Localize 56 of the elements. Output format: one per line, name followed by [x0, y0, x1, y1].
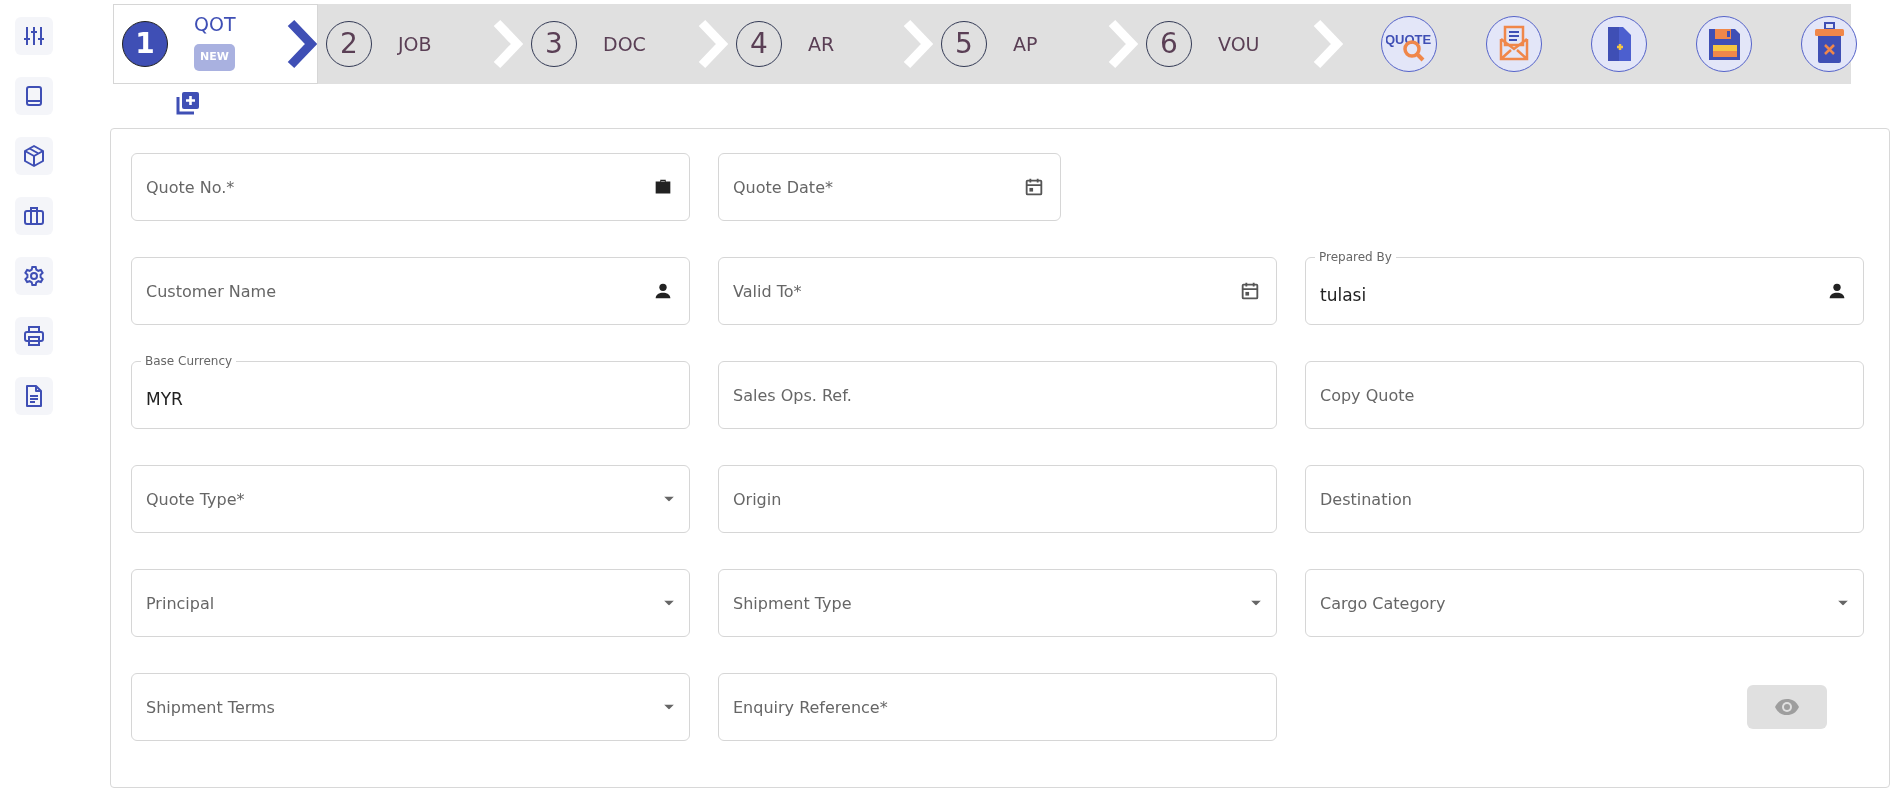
chevron-icon: [1313, 19, 1343, 69]
step-tab[interactable]: 2 JOB: [318, 4, 523, 84]
add-copy-icon[interactable]: [175, 90, 201, 116]
delete-button[interactable]: [1801, 16, 1857, 72]
step-tab[interactable]: 4 AR: [728, 4, 933, 84]
input-field[interactable]: Quote No.*: [131, 153, 690, 221]
step-tab[interactable]: 5 AP: [933, 4, 1138, 84]
sliders-icon[interactable]: [15, 17, 53, 55]
select-field[interactable]: Principal: [131, 569, 690, 637]
new-badge: NEW: [194, 44, 235, 71]
dropdown-caret-icon: [664, 600, 674, 606]
input-field[interactable]: Destination: [1305, 465, 1864, 533]
chevron-icon: [698, 19, 728, 69]
step-label: JOB: [398, 31, 432, 57]
new-document-button[interactable]: [1591, 16, 1647, 72]
dropdown-caret-icon: [1251, 600, 1261, 606]
step-number: 1: [122, 21, 168, 67]
select-field[interactable]: Quote Type*: [131, 465, 690, 533]
briefcase-icon[interactable]: [15, 197, 53, 235]
dropdown-caret-icon: [664, 704, 674, 710]
cube-icon[interactable]: [15, 137, 53, 175]
step-tab[interactable]: 6 VOU: [1138, 4, 1343, 84]
chevron-icon: [287, 19, 317, 69]
eye-icon: [1774, 698, 1800, 716]
save-button[interactable]: [1696, 16, 1752, 72]
chevron-icon: [903, 19, 933, 69]
chevron-icon: [1108, 19, 1138, 69]
step-label: QOT: [194, 11, 236, 37]
step-label: VOU: [1218, 31, 1260, 57]
input-field[interactable]: Origin: [718, 465, 1277, 533]
input-field[interactable]: Copy Quote: [1305, 361, 1864, 429]
field-label: Prepared By: [1315, 249, 1396, 265]
select-field[interactable]: Shipment Type: [718, 569, 1277, 637]
input-field[interactable]: Valid To*: [718, 257, 1277, 325]
dropdown-caret-icon: [664, 496, 674, 502]
step-tab[interactable]: 1 QOT NEW: [113, 4, 318, 84]
select-field[interactable]: Shipment Terms: [131, 673, 690, 741]
chevron-icon: [493, 19, 523, 69]
dropdown-caret-icon: [1838, 600, 1848, 606]
input-field[interactable]: Quote Date*: [718, 153, 1061, 221]
input-field[interactable]: Customer Name: [131, 257, 690, 325]
field-label: Base Currency: [141, 353, 237, 369]
calendar-icon: [1023, 176, 1045, 198]
calendar-icon: [1239, 280, 1261, 302]
step-label: AR: [808, 31, 835, 57]
step-label: AP: [1013, 31, 1038, 57]
printer-icon[interactable]: [15, 317, 53, 355]
select-field[interactable]: Cargo Category: [1305, 569, 1864, 637]
document-icon[interactable]: [15, 377, 53, 415]
step-tab[interactable]: 3 DOC: [523, 4, 728, 84]
gear-icon[interactable]: [15, 257, 53, 295]
input-field[interactable]: Sales Ops. Ref.: [718, 361, 1277, 429]
envelope-button[interactable]: [1486, 16, 1542, 72]
input-field[interactable]: Enquiry Reference*: [718, 673, 1277, 741]
book-icon[interactable]: [15, 77, 53, 115]
step-label: DOC: [603, 31, 646, 57]
